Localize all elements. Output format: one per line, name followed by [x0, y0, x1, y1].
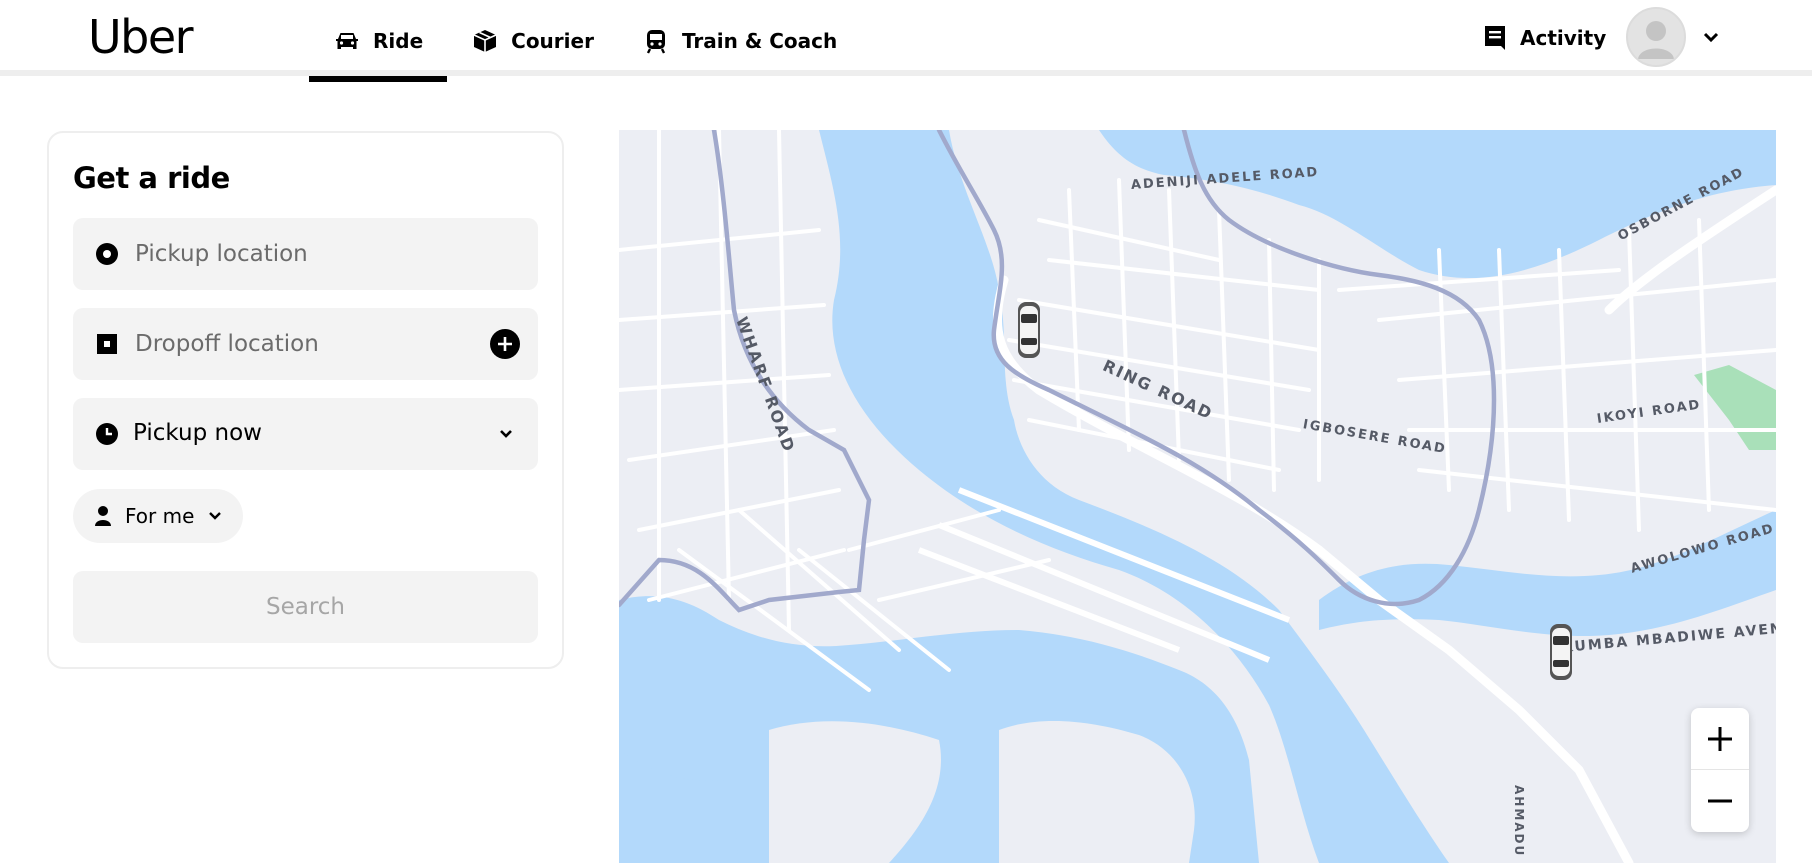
tab-courier-label: Courier [511, 29, 594, 53]
chevron-down-icon [209, 512, 221, 520]
plus-icon [1708, 727, 1732, 751]
minus-icon [1708, 799, 1732, 803]
road-label-ahmadu: AHMADU BE [1512, 785, 1526, 863]
tab-ride-label: Ride [373, 29, 424, 53]
uber-logo[interactable]: Uber [88, 10, 194, 64]
map-canvas [619, 130, 1776, 863]
activity-label: Activity [1520, 26, 1607, 50]
top-nav-bar: Uber Ride Courier Train & Coach Activity [0, 0, 1812, 82]
pickup-field[interactable] [73, 218, 538, 290]
zoom-out-button[interactable] [1691, 770, 1749, 832]
car-icon [336, 33, 358, 49]
rider-label: For me [125, 504, 195, 528]
avatar[interactable] [1626, 7, 1686, 67]
train-icon [646, 30, 666, 54]
zoom-in-button[interactable] [1691, 708, 1749, 770]
pickup-time-select[interactable]: Pickup now [73, 398, 538, 470]
dropoff-input[interactable] [135, 308, 475, 380]
tab-train-coach-label: Train & Coach [681, 29, 838, 53]
pickup-input[interactable] [135, 218, 475, 290]
dropoff-field[interactable] [73, 308, 538, 380]
panel-title: Get a ride [73, 161, 230, 195]
tab-courier[interactable]: Courier [447, 0, 618, 82]
user-silhouette-icon [1638, 21, 1674, 59]
tab-ride[interactable]: Ride [309, 0, 448, 82]
car-marker-icon [1018, 302, 1040, 358]
clock-icon [96, 423, 118, 445]
car-marker-icon [1550, 624, 1572, 680]
search-button[interactable]: Search [73, 571, 538, 643]
box-icon [473, 30, 497, 52]
chevron-down-icon [500, 430, 512, 438]
pickup-time-label: Pickup now [133, 420, 262, 446]
chevron-down-icon[interactable] [1700, 26, 1722, 48]
receipt-icon [1485, 26, 1505, 50]
pickup-dot-icon [96, 243, 118, 265]
person-icon [95, 506, 111, 526]
main-nav: Ride Courier Train & Coach [309, 0, 861, 82]
rider-select[interactable]: For me [73, 489, 243, 543]
ride-request-panel: Get a ride Pickup now For me [47, 131, 564, 669]
zoom-controls [1691, 708, 1749, 832]
tab-train-coach[interactable]: Train & Coach [618, 0, 861, 82]
activity-link[interactable]: Activity [1484, 18, 1606, 58]
add-stop-icon[interactable] [489, 328, 521, 360]
dropoff-square-icon [97, 334, 117, 354]
map-view[interactable]: ADENIJI ADELE ROAD OSBORNE ROAD WHARF RO… [619, 130, 1776, 863]
